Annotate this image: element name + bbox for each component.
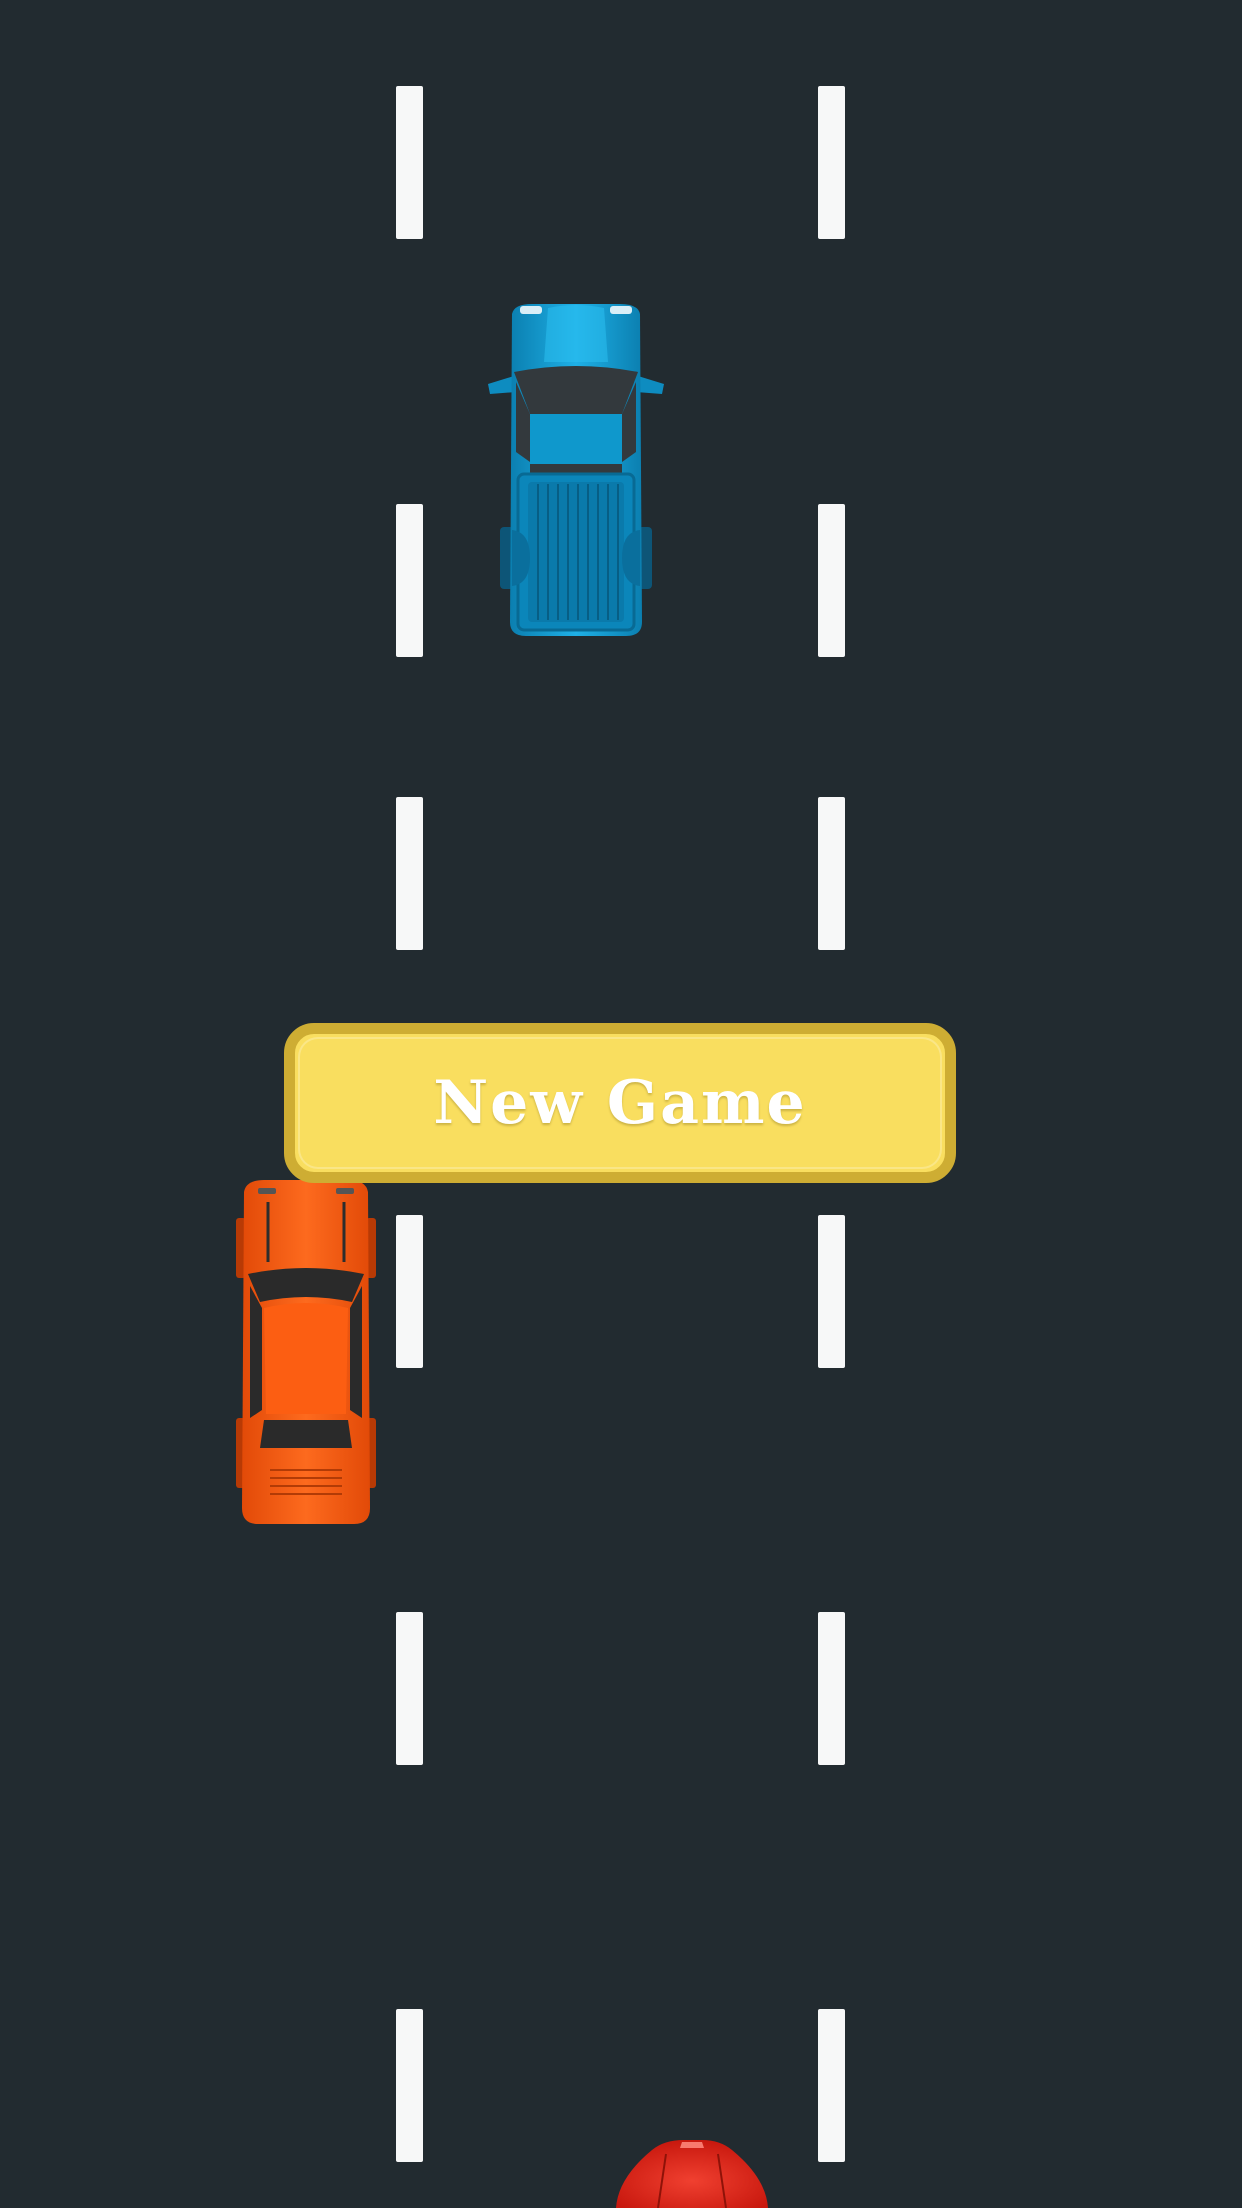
lane-marking bbox=[396, 504, 423, 657]
lane-marking bbox=[396, 2009, 423, 2162]
blue-pickup-truck bbox=[488, 304, 664, 636]
lane-marking bbox=[396, 797, 423, 950]
lane-marking bbox=[396, 86, 423, 239]
orange-sports-car bbox=[236, 1180, 376, 1524]
lane-marking bbox=[818, 1612, 845, 1765]
lane-marking bbox=[396, 1612, 423, 1765]
lane-marking bbox=[818, 797, 845, 950]
red-player-car[interactable] bbox=[612, 2138, 772, 2208]
game-road: New Game bbox=[0, 0, 1242, 2208]
new-game-button[interactable]: New Game bbox=[284, 1023, 956, 1183]
lane-marking bbox=[396, 1215, 423, 1368]
lane-marking bbox=[818, 1215, 845, 1368]
lane-marking bbox=[818, 504, 845, 657]
new-game-label: New Game bbox=[433, 1068, 807, 1138]
lane-marking bbox=[818, 86, 845, 239]
lane-marking bbox=[818, 2009, 845, 2162]
